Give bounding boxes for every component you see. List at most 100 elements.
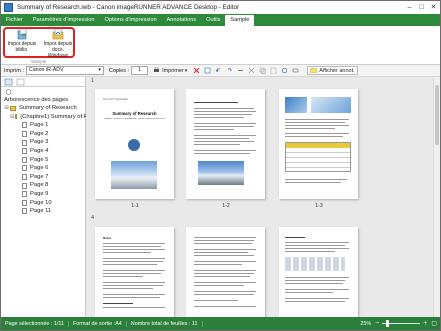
collapse-icon[interactable]: ⊟ <box>4 104 9 113</box>
tree-node-label: Page 8 <box>30 182 49 189</box>
tree-node-page[interactable]: Page 10 <box>4 199 85 208</box>
settings-icon[interactable] <box>292 67 299 74</box>
copies-stepper[interactable]: 1 <box>131 66 149 75</box>
fit-view-icon[interactable]: ▢ <box>431 320 437 327</box>
page-thumbnail-4[interactable]: Notes <box>95 227 174 317</box>
show-annotations-button[interactable]: Afficher annot. <box>307 66 358 75</box>
tree-node-page[interactable]: Page 3 <box>4 138 85 147</box>
tree-node-page[interactable]: Page 11 <box>4 207 85 216</box>
show-annotations-label: Afficher annot. <box>319 67 355 74</box>
printer-value: Canon iR-ADV <box>28 67 64 73</box>
page-thumbnail-1-2[interactable] <box>186 89 265 199</box>
page3-map <box>311 97 351 113</box>
paste-icon[interactable] <box>270 67 277 75</box>
tree-node-label: Page 6 <box>30 165 49 172</box>
tree-header: Arborescence des pages <box>4 97 69 103</box>
zoom-slider-thumb[interactable] <box>386 320 390 327</box>
tree-node-page[interactable]: Page 2 <box>4 130 85 139</box>
zoom-in-icon[interactable]: + <box>423 320 427 327</box>
status-bar: Page sélectionnée : 1/11 Format de sorti… <box>1 317 440 330</box>
import-library-icon <box>16 28 28 40</box>
page-label: 1-2 <box>222 203 230 209</box>
close-icon[interactable]: ✕ <box>429 3 438 12</box>
scroll-thumb[interactable] <box>435 85 439 145</box>
collapse-icon[interactable]: ⊟ <box>10 113 14 122</box>
printer-label: Imprim : <box>4 67 24 74</box>
zoom-slider[interactable] <box>382 320 421 327</box>
tab-parametres-impression[interactable]: Paramètres d'impression <box>28 14 100 26</box>
folder-icon <box>15 114 18 120</box>
tab-sample[interactable]: Sample <box>225 15 255 26</box>
page-icon <box>22 148 27 155</box>
folder-icon <box>10 105 16 111</box>
selected-page-status: Page sélectionnée : 1/11 <box>1 320 69 327</box>
tree-node-page[interactable]: Page 8 <box>4 181 85 190</box>
page3-table <box>285 142 351 172</box>
printer-select[interactable]: Canon iR-ADV ▾ <box>25 66 104 75</box>
delete-icon[interactable] <box>193 67 200 74</box>
undo-icon[interactable] <box>215 67 222 74</box>
import-windows-docs-icon <box>52 28 64 40</box>
tab-fichier[interactable]: Fichier <box>1 14 28 26</box>
ribbon-tabs: Fichier Paramètres d'impression Options … <box>1 14 440 26</box>
import-library-button[interactable]: Impor.depuis biblio. <box>6 28 38 53</box>
tree-view-tab-icon[interactable] <box>4 78 13 86</box>
tree-node-page[interactable]: Page 1 <box>4 121 85 130</box>
zoom-out-icon[interactable]: − <box>375 320 379 327</box>
redo-icon[interactable] <box>226 67 233 74</box>
annotation-icon <box>310 67 317 74</box>
print-chevron-icon: ▾ <box>184 67 188 74</box>
tab-outils[interactable]: Outils <box>201 14 225 26</box>
title-bar: Summary of Research.iwb - Canon imageRUN… <box>1 1 440 14</box>
tree-node-label: Page 10 <box>30 199 52 206</box>
page-icon <box>22 199 27 206</box>
page-tree: ⊟ Summary of Research ⊟ (Chapitre1) Summar… <box>1 104 88 216</box>
page2-photo <box>198 161 244 185</box>
page6-chart <box>285 257 345 271</box>
tree-node-label: Page 3 <box>30 139 49 146</box>
tree-node-page[interactable]: Page 4 <box>4 147 85 156</box>
page-thumbnail-1-1[interactable]: The CCY Corporation Summary of Research … <box>95 89 174 199</box>
tab-annotations[interactable]: Annotations <box>162 14 202 26</box>
tree-node-label: (Chapitre1) Summary of R <box>20 113 88 120</box>
copy-icon[interactable] <box>259 67 267 74</box>
page3-photo <box>285 97 307 113</box>
rotate-icon[interactable] <box>281 67 288 74</box>
page-label: 1-3 <box>315 203 323 209</box>
page-thumbnail-1-3[interactable] <box>279 89 358 199</box>
tree-settings-icon[interactable] <box>4 88 13 96</box>
page-tree-panel: Arborescence des pages ⊟ Summary of Resea… <box>1 77 88 317</box>
page-thumbnail-5[interactable] <box>186 227 265 317</box>
tree-node-chapter[interactable]: ⊟ (Chapitre1) Summary of R <box>4 113 88 122</box>
insert-icon[interactable] <box>204 67 211 74</box>
maximize-icon[interactable]: □ <box>417 3 426 12</box>
print-button[interactable]: Imprimer ▾ <box>151 66 188 74</box>
vertical-scrollbar[interactable] <box>433 77 440 317</box>
page-label: 1-1 <box>131 203 139 209</box>
tree-node-page[interactable]: Page 6 <box>4 164 85 173</box>
import-windows-docs-button[interactable]: Impor.depuis docs. Windows <box>39 28 77 59</box>
minimize-icon[interactable]: – <box>405 3 414 12</box>
print-label: Imprimer <box>162 67 184 74</box>
tree-node-label: Page 5 <box>30 156 49 163</box>
tree-node-label: Page 1 <box>30 122 49 129</box>
cut-icon[interactable] <box>248 67 255 74</box>
tree-node-page[interactable]: Page 5 <box>4 156 85 165</box>
page-thumbnail-6[interactable] <box>279 227 358 317</box>
move-icon[interactable] <box>237 67 244 74</box>
tree-node-page[interactable]: Page 7 <box>4 173 85 182</box>
page-icon <box>22 174 27 181</box>
section-number: 1 <box>91 78 95 84</box>
list-view-tab-icon[interactable] <box>16 78 25 86</box>
tree-node-label: Page 11 <box>30 208 52 215</box>
tab-options-impression[interactable]: Options d'impression <box>100 14 162 26</box>
import-windows-docs-label: Impor.depuis docs. Windows <box>43 41 73 59</box>
page-workspace: 1 The CCY Corporation Summary of Researc… <box>86 77 440 317</box>
page-icon <box>22 182 27 189</box>
company-logo <box>128 139 140 151</box>
page1-subtitle: Regional Research Development / Oxford I… <box>103 118 166 120</box>
tree-node-label: Page 7 <box>30 173 49 180</box>
output-format-status: Format de sortie :A4 <box>69 320 127 327</box>
tree-node-page[interactable]: Page 9 <box>4 190 85 199</box>
tree-node-root[interactable]: ⊟ Summary of Research <box>4 104 85 113</box>
